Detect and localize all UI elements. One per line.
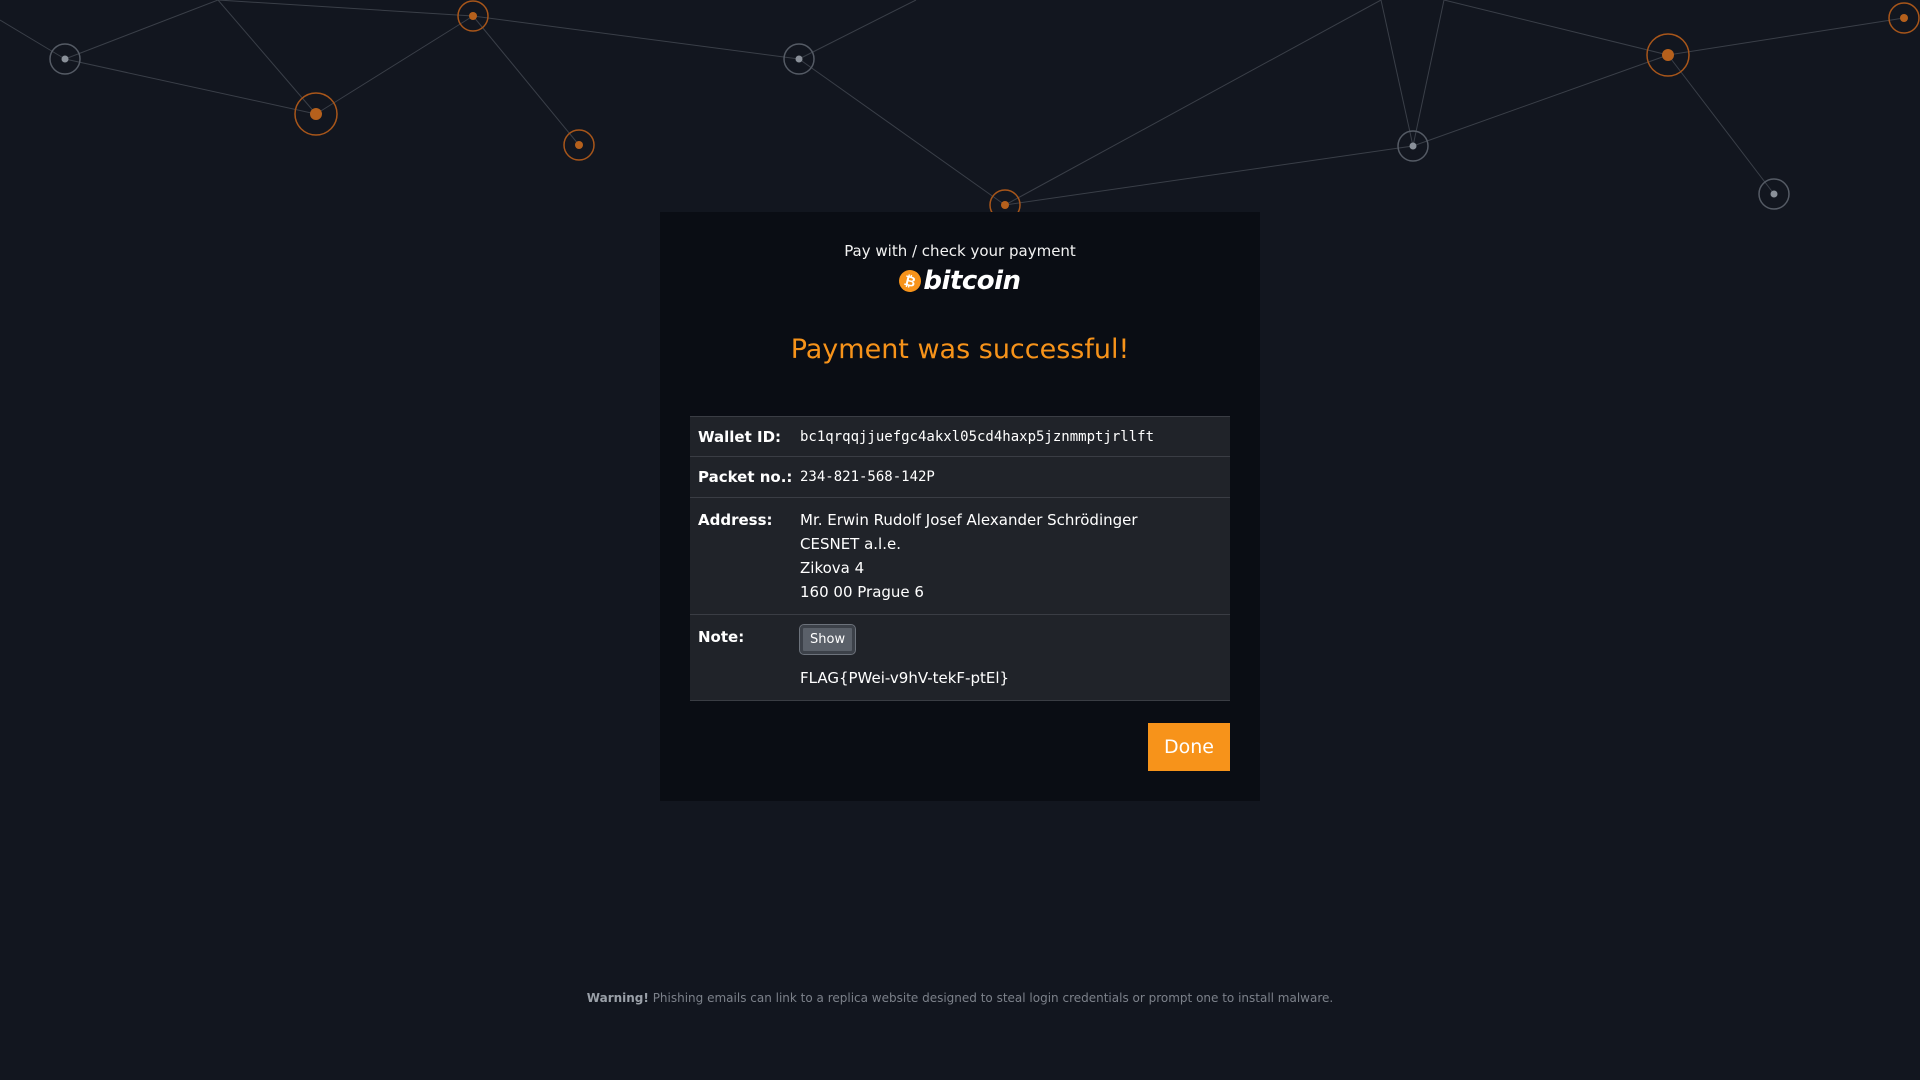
address-line: Zikova 4: [800, 559, 865, 577]
done-button[interactable]: Done: [1148, 723, 1230, 771]
network-node: [294, 92, 338, 136]
warning-text: Phishing emails can link to a replica we…: [648, 991, 1334, 1005]
address-label: Address:: [698, 511, 773, 529]
payment-status-heading: Payment was successful!: [790, 334, 1130, 365]
logo-wordmark: bitcoin: [923, 266, 1021, 296]
address-line: 160 00 Prague 6: [800, 583, 924, 601]
network-node: [49, 43, 81, 75]
packet-label: Packet no.:: [698, 468, 793, 486]
address-line: Mr. Erwin Rudolf Josef Alexander Schrödi…: [800, 511, 1138, 529]
wallet-label: Wallet ID:: [698, 428, 782, 446]
wallet-id-value: bc1qrqqjjuefgc4akxl05cd4haxp5jznmmptjrll…: [800, 429, 1155, 445]
note-text: FLAG{PWei-v9hV-tekF-ptEl}: [800, 669, 1010, 687]
phishing-warning: Warning! Phishing emails can link to a r…: [0, 991, 1920, 1005]
bitcoin-logo: ₿ bitcoin: [660, 266, 1260, 296]
intro-text: Pay with / check your payment: [844, 242, 1076, 260]
payment-details-table: Wallet ID: bc1qrqqjjuefgc4akxl05cd4haxp5…: [690, 416, 1230, 701]
network-node: [457, 0, 489, 32]
note-label: Note:: [698, 628, 745, 646]
warning-label: Warning!: [586, 991, 649, 1005]
wallet-row: Wallet ID: bc1qrqqjjuefgc4akxl05cd4haxp5…: [690, 417, 1230, 457]
network-node: [1646, 33, 1690, 77]
address-value: Mr. Erwin Rudolf Josef Alexander Schrödi…: [800, 498, 1230, 614]
note-value: Show FLAG{PWei-v9hV-tekF-ptEl}: [798, 615, 1230, 700]
network-node: [783, 43, 815, 75]
network-node: [563, 129, 595, 161]
note-row: Note: Show FLAG{PWei-v9hV-tekF-ptEl}: [690, 615, 1230, 701]
bitcoin-coin-icon: ₿: [897, 267, 924, 295]
show-note-button[interactable]: Show: [798, 624, 857, 655]
network-node: [1888, 2, 1920, 34]
packet-number-value: 234-821-568-142P: [800, 469, 935, 485]
address-line: CESNET a.l.e.: [800, 535, 901, 553]
packet-row: Packet no.: 234-821-568-142P: [690, 457, 1230, 498]
network-node: [1397, 130, 1429, 162]
network-node: [1758, 178, 1790, 210]
address-row: Address: Mr. Erwin Rudolf Josef Alexande…: [690, 498, 1230, 615]
payment-card: Pay with / check your payment ₿ bitcoin …: [660, 212, 1260, 801]
